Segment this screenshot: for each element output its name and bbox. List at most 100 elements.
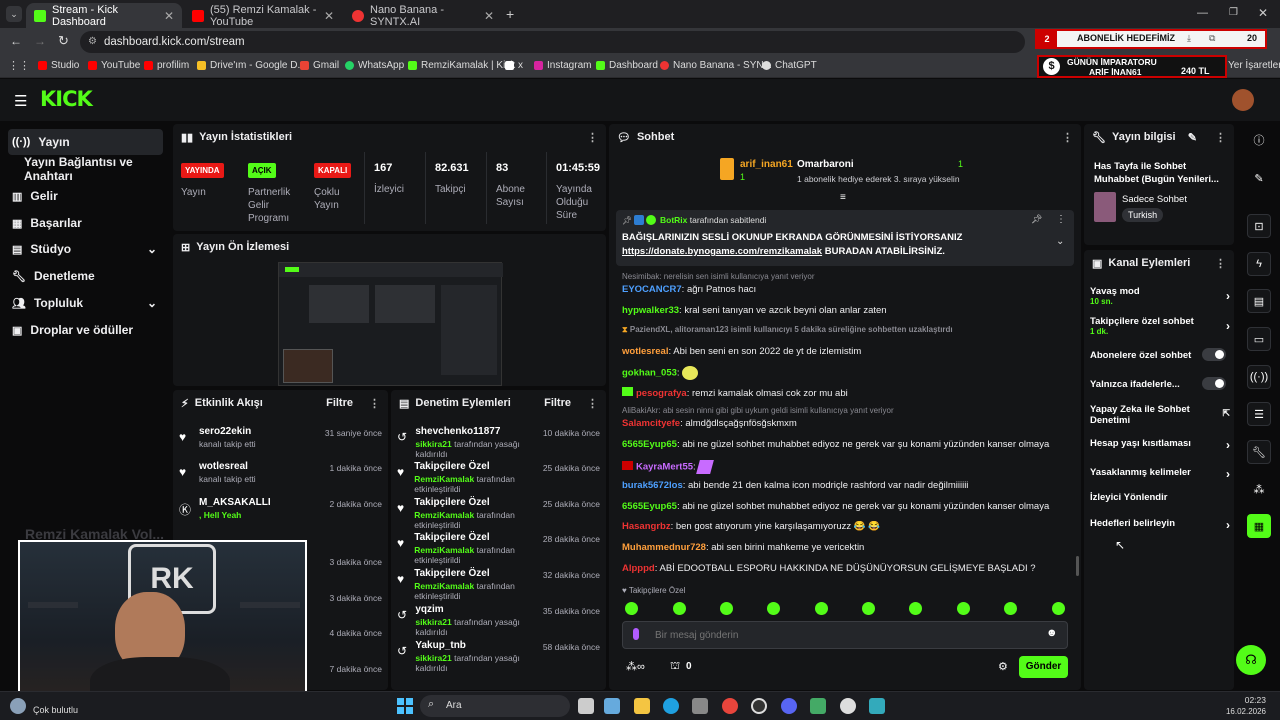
- more-options-icon[interactable]: ⋮: [587, 131, 598, 144]
- file-explorer-icon[interactable]: [634, 698, 650, 714]
- info-icon[interactable]: ⓘ: [1247, 128, 1271, 152]
- chevron-right-icon[interactable]: ›: [1226, 518, 1230, 532]
- chevron-right-icon[interactable]: ›: [1226, 438, 1230, 452]
- wrench-icon[interactable]: 🔧︎: [1247, 440, 1271, 464]
- points-icon[interactable]: ⁂∞: [626, 660, 645, 673]
- send-button[interactable]: Gönder: [1019, 656, 1068, 678]
- emote-button[interactable]: [815, 602, 828, 615]
- widget-icon[interactable]: ▦: [1247, 514, 1271, 538]
- chevron-right-icon[interactable]: ›: [1226, 319, 1230, 333]
- url-field[interactable]: ⚙ dashboard.kick.com/stream: [80, 31, 1025, 53]
- emote-button[interactable]: [862, 602, 875, 615]
- taskbar-search[interactable]: ⌕ Ara: [420, 695, 570, 717]
- menu-icon[interactable]: ☰: [14, 92, 27, 110]
- emote-button[interactable]: [1052, 602, 1065, 615]
- channel-action-account-age[interactable]: Hesap yaşı kısıtlaması ›: [1090, 438, 1230, 452]
- tab-syntx[interactable]: Nano Banana - SYNTX.AI ✕: [344, 3, 502, 28]
- bookmark-dashboard[interactable]: Dashboard: [596, 60, 658, 71]
- emote-button[interactable]: [1004, 602, 1017, 615]
- bookmark-chatgpt[interactable]: ChatGPT: [762, 60, 817, 71]
- weather-icon[interactable]: [10, 698, 26, 714]
- chrome-icon[interactable]: [722, 698, 738, 714]
- bookmark-studio[interactable]: Studio: [38, 60, 79, 71]
- tab-youtube[interactable]: (55) Remzi Kamalak - YouTube ✕: [184, 3, 342, 28]
- emote-button[interactable]: [957, 602, 970, 615]
- clock-time[interactable]: 02:23: [1230, 695, 1266, 705]
- emote-button[interactable]: [720, 602, 733, 615]
- more-options-icon[interactable]: ⋮: [587, 397, 598, 410]
- broadcast-icon[interactable]: ((·)): [1247, 365, 1271, 389]
- channel-action-banned-words[interactable]: Yasaklanmış kelimeler ›: [1090, 467, 1230, 481]
- bookmark-nano-banana[interactable]: Nano Banana - SYN...: [660, 60, 772, 71]
- back-icon[interactable]: ←: [10, 34, 22, 48]
- more-options-icon[interactable]: ⋮: [1062, 131, 1073, 144]
- channel-action-subscribers-only[interactable]: Abonelere özel sohbet: [1090, 348, 1230, 361]
- emoji-picker-icon[interactable]: ☻: [1046, 627, 1058, 639]
- channel-action-slow-mode[interactable]: Yavaş mod 10 sn. ›: [1090, 286, 1230, 306]
- settings-gear-icon[interactable]: ⚙: [998, 660, 1008, 673]
- nodes-icon[interactable]: ⁂: [1247, 477, 1271, 501]
- category-name[interactable]: Sadece Sohbet: [1122, 194, 1187, 205]
- obs-icon[interactable]: [751, 698, 767, 714]
- avatar[interactable]: [1232, 89, 1254, 111]
- bookmark-gmail[interactable]: Gmail: [300, 60, 339, 71]
- preview-video[interactable]: [278, 262, 503, 386]
- sidebar-item-topluluk[interactable]: 👥︎ Topluluk ⌄: [8, 290, 163, 316]
- extension-icon[interactable]: ⧉: [1209, 33, 1215, 44]
- notepad-icon[interactable]: [869, 698, 885, 714]
- chevron-right-icon[interactable]: ›: [1226, 289, 1230, 303]
- more-options-icon[interactable]: ⋮: [1215, 131, 1226, 144]
- channel-action-followers-only[interactable]: Takipçilere özel sohbet 1 dk. ›: [1090, 316, 1230, 336]
- clock-date[interactable]: 16.02.2026: [1222, 707, 1266, 716]
- edit-icon[interactable]: ✎: [1188, 131, 1197, 144]
- forward-icon[interactable]: →: [34, 34, 46, 48]
- edit-icon[interactable]: ✎: [1247, 166, 1271, 190]
- chevron-down-icon[interactable]: ⌄: [147, 242, 157, 256]
- bookmark-kick[interactable]: RemziKamalak | Kick: [408, 60, 515, 71]
- close-window-icon[interactable]: ✕: [1258, 6, 1268, 20]
- sidebar-item-denetleme[interactable]: 🔧︎ Denetleme: [8, 263, 163, 289]
- minimize-icon[interactable]: —: [1197, 7, 1208, 19]
- emote-button[interactable]: [767, 602, 780, 615]
- more-options-icon[interactable]: ⋮: [1056, 214, 1066, 225]
- sidebar-item-droplar[interactable]: ▣ Droplar ve ödüller: [8, 317, 163, 343]
- edge-icon[interactable]: [663, 698, 679, 714]
- channel-action-ai-moderation[interactable]: Yapay Zeka ile Sohbet Denetimi ⇱: [1090, 404, 1230, 426]
- sidebar-item-yayin[interactable]: ((·)) Yayın: [8, 129, 163, 155]
- collapse-icon[interactable]: ≡: [840, 192, 846, 203]
- sidebar-item-gelir[interactable]: ▥ Gelir: [8, 183, 163, 209]
- bookmark-youtube[interactable]: YouTube: [88, 60, 140, 71]
- apps-grid-icon[interactable]: ⋮⋮: [8, 59, 30, 72]
- more-options-icon[interactable]: ⋮: [369, 397, 380, 410]
- new-tab-icon[interactable]: +: [506, 6, 514, 22]
- bookmark-x[interactable]: x: [505, 60, 523, 71]
- channel-action-goals[interactable]: Hedefleri belirleyin ›: [1090, 518, 1230, 532]
- task-view-icon[interactable]: [578, 698, 594, 714]
- external-link-icon[interactable]: ⇱: [1222, 408, 1230, 419]
- close-tab-icon[interactable]: ✕: [324, 9, 334, 23]
- filter-button[interactable]: Filtre: [544, 397, 571, 409]
- app-icon[interactable]: [810, 698, 826, 714]
- gift-leader-2[interactable]: Omarbaroni: [797, 159, 854, 170]
- sidebar-item-basarilar[interactable]: ▦ Başarılar: [8, 210, 163, 236]
- pinned-link[interactable]: https://donate.bynogame.com/remzikamalak: [622, 246, 822, 257]
- channel-action-emotes-only[interactable]: Yalnızca ifadelerle...: [1090, 377, 1230, 390]
- subscribers-only-toggle[interactable]: [1202, 348, 1226, 361]
- weather-text[interactable]: Çok bulutlu: [33, 705, 78, 715]
- gift-leader-1[interactable]: arif_inan61: [740, 159, 793, 170]
- screenshot-icon[interactable]: ⊡: [1247, 214, 1271, 238]
- bookmark-profilim[interactable]: profilim: [144, 60, 189, 71]
- filter-button[interactable]: Filtre: [326, 397, 353, 409]
- mic-icon[interactable]: [633, 628, 639, 640]
- gift-icon[interactable]: ⛫: [670, 660, 680, 674]
- emote-button[interactable]: [625, 602, 638, 615]
- stack-icon[interactable]: ☰: [1247, 402, 1271, 426]
- download-icon[interactable]: ⤓: [1187, 33, 1191, 44]
- bookmark-instagram[interactable]: Instagram: [534, 60, 591, 71]
- channel-action-raid[interactable]: İzleyici Yönlendir: [1090, 492, 1230, 503]
- tab-search-icon[interactable]: ⌄: [6, 6, 22, 22]
- chat-scrollbar[interactable]: [1076, 556, 1079, 576]
- support-chat-icon[interactable]: ☊: [1236, 645, 1266, 675]
- store-icon[interactable]: [692, 698, 708, 714]
- emote-button[interactable]: [673, 602, 686, 615]
